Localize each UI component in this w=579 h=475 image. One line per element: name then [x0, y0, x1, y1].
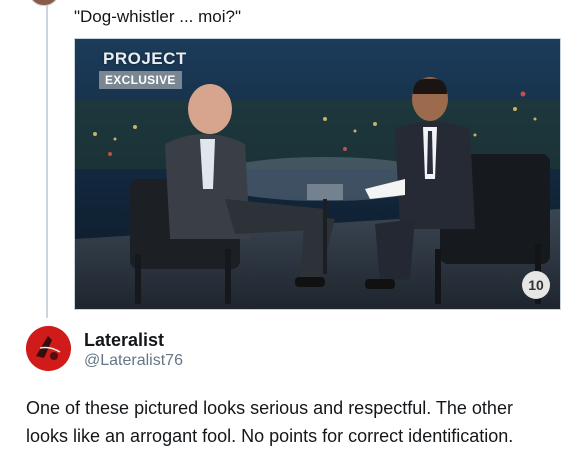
author-avatar[interactable] [26, 326, 71, 371]
tweet-body-text: One of these pictured looks serious and … [26, 398, 514, 446]
show-logo-subtitle: EXCLUSIVE [99, 71, 182, 89]
tweet-media-image[interactable]: PROJECT EXCLUSIVE 10 [74, 38, 561, 310]
author-name[interactable]: Lateralist [84, 330, 164, 351]
channel-logo: 10 [522, 271, 550, 299]
avatar-emblem-icon [26, 326, 71, 371]
show-logo-title: PROJECT [103, 49, 187, 68]
show-logo: PROJECT EXCLUSIVE [99, 49, 186, 91]
thread-connector-line [46, 0, 48, 318]
previous-author-avatar[interactable] [28, 0, 60, 6]
quoted-tweet-text: "Dog-whistler ... moi?" [74, 7, 242, 26]
author-handle[interactable]: @Lateralist76 [84, 352, 183, 370]
